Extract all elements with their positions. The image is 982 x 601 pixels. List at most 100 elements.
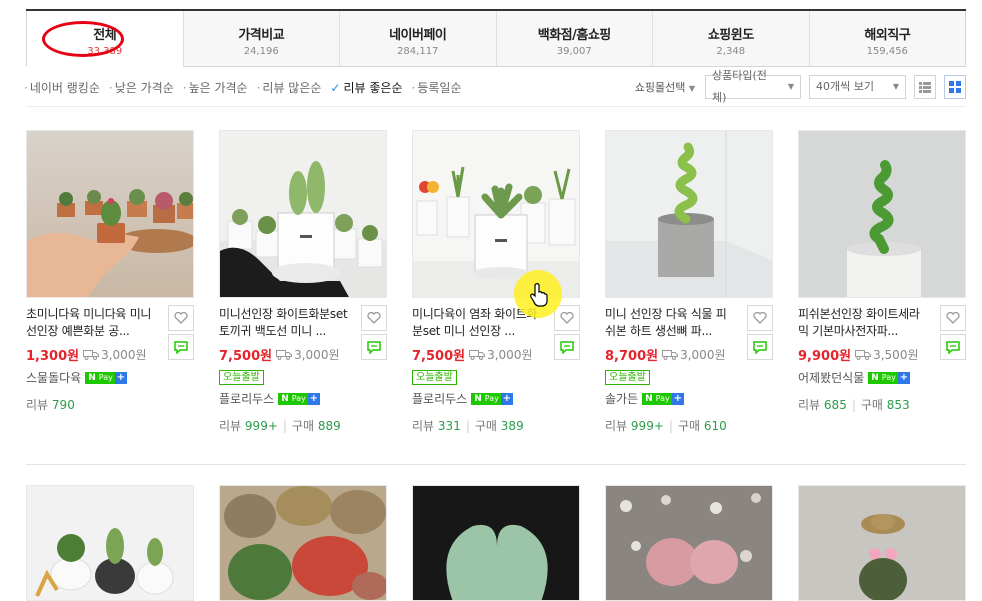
category-tabs: 전체 33,389 가격비교 24,196 네이버페이 284,117 백화점/… <box>26 9 966 67</box>
product-image[interactable] <box>605 485 773 601</box>
shipping-fee: 3,000원 <box>469 346 533 363</box>
sort-bar: · 네이버 랭킹순 · 낮은 가격순 · 높은 가격순 · 리뷰 많은순 ✓ 리뷰 좋은순… <box>24 79 462 96</box>
heart-icon[interactable] <box>747 305 773 331</box>
shipping-fee: 3,500원 <box>855 346 919 363</box>
product-title[interactable]: 피쉬본선인장 화이트세라믹 기본마사전자파... <box>798 306 928 340</box>
product-image[interactable] <box>798 130 966 298</box>
product-image[interactable] <box>219 485 387 601</box>
tab-label: 네이버페이 <box>389 28 447 43</box>
product-image[interactable] <box>798 485 966 601</box>
product-price: 1,300원 <box>26 349 80 364</box>
list-icon <box>919 81 931 93</box>
talk-icon[interactable] <box>168 334 194 360</box>
review-info[interactable]: 리뷰 999+ | 구매 889 <box>219 417 387 434</box>
divider <box>26 106 966 107</box>
grid-icon <box>949 81 961 93</box>
talk-icon[interactable] <box>747 334 773 360</box>
product-image[interactable] <box>26 130 194 298</box>
talk-icon[interactable] <box>940 334 966 360</box>
seller[interactable]: 플로리두스 N Pay + <box>219 390 387 407</box>
sort-review-rating[interactable]: ✓ 리뷰 좋은순 <box>330 79 402 96</box>
tab-label: 가격비교 <box>238 28 285 43</box>
talk-icon[interactable] <box>554 334 580 360</box>
shipping-fee: 3,000원 <box>83 346 147 363</box>
heart-icon[interactable] <box>361 305 387 331</box>
tab-label: 쇼핑윈도 <box>707 28 754 43</box>
grid-view-button[interactable] <box>944 75 966 99</box>
truck-icon <box>662 350 679 360</box>
red-circle-annotation <box>42 21 124 57</box>
heart-icon[interactable] <box>554 305 580 331</box>
heart-icon[interactable] <box>940 305 966 331</box>
heart-icon[interactable] <box>168 305 194 331</box>
product-type-select[interactable]: 상품타입(전체) ▼ <box>705 69 801 104</box>
today-ship-badge: 오늘출발 <box>219 370 264 385</box>
today-ship-badge: 오늘출발 <box>412 370 457 385</box>
tab-count: 284,117 <box>397 46 439 57</box>
tab-overseas[interactable]: 해외직구 159,456 <box>808 11 966 66</box>
npay-badge: N Pay + <box>85 371 127 384</box>
tab-shopping-window[interactable]: 쇼핑윈도 2,348 <box>652 11 809 66</box>
tab-naver-pay[interactable]: 네이버페이 284,117 <box>339 11 496 66</box>
sort-low-price[interactable]: · 낮은 가격순 <box>109 79 174 96</box>
product-title[interactable]: 미니선인장 화이트화분set 토끼귀 백도선 미니 ... <box>219 306 349 340</box>
list-view-button[interactable] <box>914 75 936 99</box>
talk-icon[interactable] <box>361 334 387 360</box>
seller[interactable]: 플로리두스 N Pay + <box>412 390 580 407</box>
truck-icon <box>855 350 872 360</box>
shipping-fee: 3,000원 <box>276 346 340 363</box>
filter-bar: 쇼핑몰선택 ▼ 상품타입(전체) ▼ 40개씩 보기 ▼ <box>635 69 966 104</box>
npay-badge: N Pay + <box>642 392 684 405</box>
truck-icon <box>83 350 100 360</box>
page-size-select[interactable]: 40개씩 보기 ▼ <box>809 75 906 99</box>
sort-ranking[interactable]: · 네이버 랭킹순 <box>24 79 100 96</box>
divider <box>26 464 966 465</box>
shipping-fee: 3,000원 <box>662 346 726 363</box>
npay-badge: N Pay + <box>868 371 910 384</box>
hand-cursor-icon <box>530 283 548 307</box>
product-card: 초미니다육 미니다육 미니선인장 예쁜화분 공... 1,300원 3,000원… <box>26 130 194 413</box>
check-icon: ✓ <box>330 81 341 95</box>
today-ship-badge: 오늘출발 <box>605 370 650 385</box>
seller[interactable]: 어제봤던식물 N Pay + <box>798 369 966 386</box>
tab-count: 159,456 <box>866 46 908 57</box>
review-info[interactable]: 리뷰 999+ | 구매 610 <box>605 417 773 434</box>
tab-label: 백화점/홈쇼핑 <box>537 28 612 43</box>
product-price: 7,500원 <box>219 349 273 364</box>
tab-price-compare[interactable]: 가격비교 24,196 <box>182 11 339 66</box>
review-info[interactable]: 리뷰 331 | 구매 389 <box>412 417 580 434</box>
truck-icon <box>276 350 293 360</box>
seller[interactable]: 스물돌다육 N Pay + <box>26 369 194 386</box>
product-price: 9,900원 <box>798 349 852 364</box>
review-info[interactable]: 리뷰 685 | 구매 853 <box>798 396 966 413</box>
product-title[interactable]: 미니 선인장 다육 식물 피쉬본 하트 생선뼈 파... <box>605 306 735 340</box>
tab-count: 2,348 <box>716 46 746 57</box>
tab-count: 39,007 <box>556 46 592 57</box>
tab-department-store[interactable]: 백화점/홈쇼핑 39,007 <box>495 11 652 66</box>
npay-badge: N Pay + <box>278 392 320 405</box>
product-price: 8,700원 <box>605 349 659 364</box>
tab-label: 해외직구 <box>864 28 911 43</box>
tab-count: 24,196 <box>243 46 279 57</box>
caret-down-icon: ▼ <box>892 82 899 91</box>
npay-badge: N Pay + <box>471 392 513 405</box>
product-image[interactable] <box>26 485 194 601</box>
sort-high-price[interactable]: · 높은 가격순 <box>183 79 248 96</box>
seller[interactable]: 솔가든 N Pay + <box>605 390 773 407</box>
product-title[interactable]: 초미니다육 미니다육 미니선인장 예쁜화분 공... <box>26 306 156 340</box>
mall-select[interactable]: 쇼핑몰선택 ▼ <box>635 79 695 95</box>
product-card: 미니 선인장 다육 식물 피쉬본 하트 생선뼈 파... 8,700원 3,00… <box>605 130 773 434</box>
product-image[interactable] <box>412 485 580 601</box>
product-card: 피쉬본선인장 화이트세라믹 기본마사전자파... 9,900원 3,500원 어… <box>798 130 966 413</box>
caret-down-icon: ▼ <box>787 82 794 91</box>
product-card: 미니선인장 화이트화분set 토끼귀 백도선 미니 ... 7,500원 3,0… <box>219 130 387 434</box>
product-image[interactable] <box>605 130 773 298</box>
review-info[interactable]: 리뷰 790 <box>26 396 194 413</box>
caret-down-icon: ▼ <box>688 84 695 93</box>
truck-icon <box>469 350 486 360</box>
sort-review-count[interactable]: · 리뷰 많은순 <box>257 79 322 96</box>
product-image[interactable] <box>412 130 580 298</box>
product-price: 7,500원 <box>412 349 466 364</box>
sort-register-date[interactable]: · 등록일순 <box>412 79 462 96</box>
product-image[interactable] <box>219 130 387 298</box>
